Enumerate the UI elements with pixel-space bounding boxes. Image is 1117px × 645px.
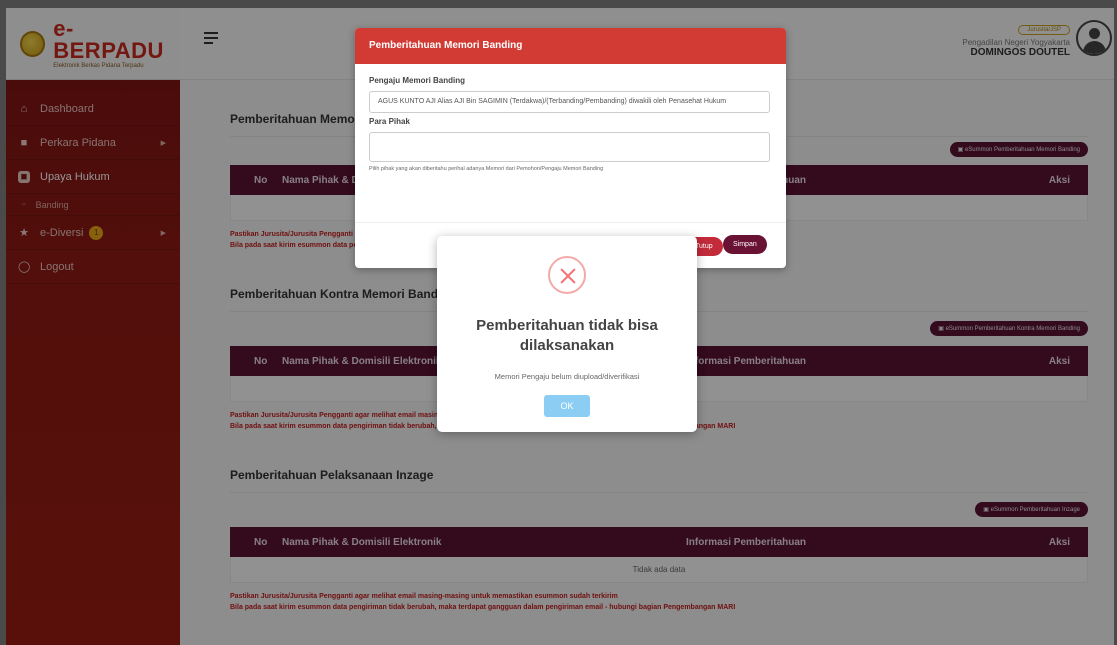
alert-title: Pemberitahuan tidak bisa dilaksanakan [476,317,658,354]
alert-message: Memori Pengaju belum diupload/diverifika… [494,372,640,381]
save-button[interactable]: Simpan [723,235,767,254]
app-frame: e-BERPADU Elektronik Berkas Pidana Terpa… [6,8,1114,645]
error-alert-dialog: Pemberitahuan tidak bisa dilaksanakan Me… [437,236,697,432]
memori-banding-modal: Pemberitahuan Memori Banding Pengaju Mem… [355,28,786,268]
modal-title: Pemberitahuan Memori Banding [355,28,786,64]
error-x-icon [548,256,586,294]
pengaju-field[interactable]: AGUS KUNTO AJI Alias AJI Bin SAGIMIN (Te… [369,91,770,113]
ok-button[interactable]: OK [544,395,590,417]
field-label-pengaju: Pengaju Memori Banding [369,76,466,85]
field-label-para-pihak: Para Pihak [369,117,410,126]
para-pihak-hint: Pilih pihak yang akan diberitahu perihal… [369,166,604,172]
para-pihak-select[interactable] [369,132,770,162]
